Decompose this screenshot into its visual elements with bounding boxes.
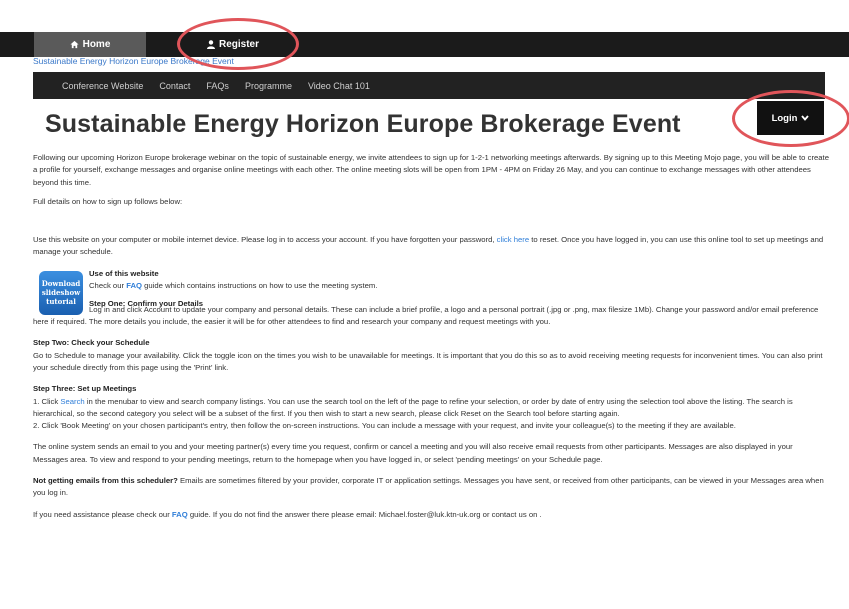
step-three-1a: 1. Click	[33, 396, 59, 406]
nav-faqs[interactable]: FAQs	[206, 81, 229, 91]
slideshow-label: Download slideshow tutorial	[41, 279, 81, 307]
faq-link[interactable]: FAQ	[126, 281, 142, 290]
search-link[interactable]: Search	[60, 397, 84, 406]
step-three-heading: Step Three: Set up Meetings	[33, 384, 137, 394]
main-content: Following our upcoming Horizon Europe br…	[33, 152, 829, 521]
use-paragraph: Check our FAQ guide which contains instr…	[89, 280, 829, 292]
step-two-text: Go to Schedule to manage your availabili…	[33, 350, 823, 372]
home-tab[interactable]: Home	[34, 32, 146, 57]
assist-text-2: guide. If you do not find the answer the…	[189, 509, 542, 519]
home-label: Home	[82, 39, 111, 50]
full-details-text: Full details on how to sign up follows b…	[33, 196, 183, 206]
breadcrumb-link[interactable]: Sustainable Energy Horizon Europe Broker…	[33, 56, 234, 66]
step-three-item-1: 1. Click Search in the menubar to view a…	[33, 396, 829, 421]
register-label: Register	[218, 39, 259, 50]
sub-navbar: Conference Website Contact FAQs Programm…	[33, 72, 825, 99]
nav-contact[interactable]: Contact	[159, 81, 190, 91]
chevron-down-icon	[801, 115, 810, 121]
intro-paragraph: Following our upcoming Horizon Europe br…	[33, 153, 829, 187]
top-navbar: Home Register	[0, 32, 849, 57]
home-icon	[70, 40, 79, 49]
not-getting-heading: Not getting emails from this scheduler?	[33, 476, 178, 486]
not-getting-emails-paragraph: Not getting emails from this scheduler? …	[33, 475, 829, 500]
nav-programme[interactable]: Programme	[245, 81, 292, 91]
login-label: Login	[771, 112, 798, 124]
instructions-block: Download slideshow tutorial Use of this …	[33, 268, 829, 328]
nav-conference-website[interactable]: Conference Website	[62, 81, 143, 91]
step-three-1b: in the menubar to view and search compan…	[33, 396, 793, 418]
step-one-heading: Step One: Confirm your Details	[89, 299, 204, 309]
step-two-heading: Step Two: Check your Schedule	[33, 338, 150, 348]
use-heading: Use of this website	[89, 268, 159, 278]
login-button[interactable]: Login	[757, 101, 824, 135]
step-three-item-2: 2. Click 'Book Meeting' on your chosen p…	[33, 421, 736, 431]
page-title: Sustainable Energy Horizon Europe Broker…	[45, 110, 681, 138]
reset-password-link[interactable]: click here	[497, 235, 529, 244]
use-text: Check our	[89, 281, 125, 291]
login-info-text: Use this website on your computer or mob…	[33, 235, 495, 245]
download-slideshow-button[interactable]: Download slideshow tutorial	[39, 270, 83, 315]
online-system-paragraph: The online system sends an email to you …	[33, 442, 793, 464]
login-info-paragraph: Use this website on your computer or mob…	[33, 234, 829, 259]
use-text-2: guide which contains instructions on how…	[144, 281, 378, 291]
nav-video-chat[interactable]: Video Chat 101	[308, 81, 370, 91]
faq-link-2[interactable]: FAQ	[172, 510, 188, 519]
assist-text: If you need assistance please check our	[33, 509, 170, 519]
assistance-paragraph: If you need assistance please check our …	[33, 509, 829, 521]
user-icon	[206, 40, 215, 49]
register-tab[interactable]: Register	[190, 32, 276, 57]
